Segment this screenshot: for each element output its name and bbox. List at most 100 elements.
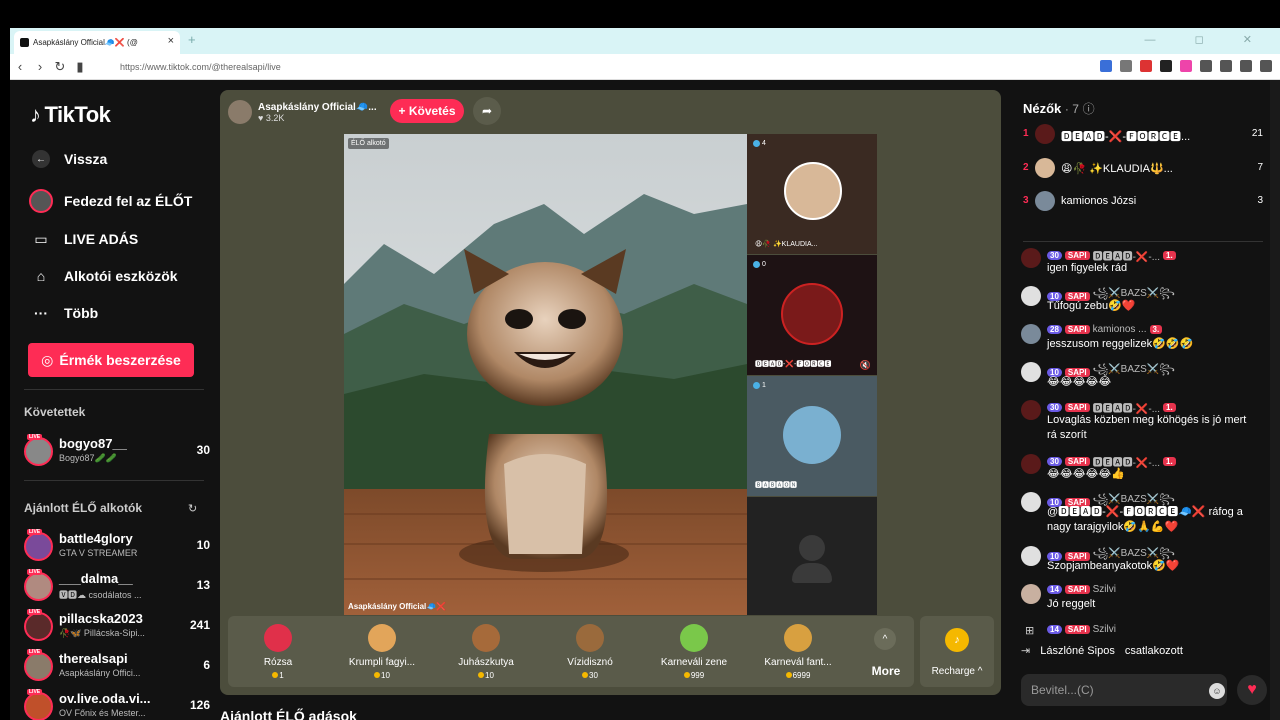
recommended-item[interactable]: LIVE ov.live.oda.vi... OV Főnix és Meste…	[24, 689, 210, 720]
viewer-name: 😩🥀 ✨KLAUDIA🔱...	[1061, 163, 1173, 175]
gift-name: Krumpli fagyi...	[348, 657, 416, 668]
cohost-tile[interactable]: 1 🅱🅰🅱🅰🅾🅽	[747, 376, 877, 496]
main-video[interactable]: ÉLŐ alkotó Asapkáslány Official🧢❌	[344, 134, 747, 615]
avatar[interactable]	[1021, 286, 1041, 306]
live-badge: LIVE	[27, 529, 43, 535]
reload-icon[interactable]: ↻	[50, 59, 70, 75]
empty-cohost-tile[interactable]	[747, 497, 877, 615]
page-scrollbar[interactable]	[1270, 80, 1280, 720]
tiktok-logo[interactable]: ♪ TikTok	[30, 102, 111, 128]
nav-live-label: LIVE ADÁS	[64, 231, 139, 247]
nav-more[interactable]: ··· Több	[30, 302, 98, 324]
host-info[interactable]: Asapkáslány Official🧢... ♥ 3.2K	[228, 98, 377, 126]
avatar[interactable]	[1021, 248, 1041, 268]
hls-icon[interactable]	[1140, 60, 1152, 72]
username: Szilvi	[1092, 624, 1116, 635]
nav-explore-live[interactable]: Fedezd fel az ÉLŐT	[29, 189, 193, 213]
avatar[interactable]	[1021, 546, 1041, 566]
back-label: Vissza	[64, 151, 108, 167]
recommended-item[interactable]: LIVE ___dalma__ 🆅🅳☁ csodálatos ... 13	[24, 569, 210, 605]
viewer-name: kamionos Józsi	[1061, 195, 1137, 207]
back-link[interactable]: ← Vissza	[30, 148, 107, 170]
gift-name: Karneváli zene	[660, 657, 728, 668]
avatar[interactable]	[1021, 362, 1041, 382]
join-name[interactable]: Lászlóné Sipos	[1040, 645, 1115, 657]
sidebar-icon[interactable]	[1240, 60, 1252, 72]
gift-item[interactable]: Juhászkutya 10	[436, 616, 536, 687]
puzzle-icon[interactable]	[1200, 60, 1212, 72]
nav-explore-label: Fedezd fel az ÉLŐT	[64, 193, 193, 209]
fan-badge: SAPI	[1064, 251, 1090, 260]
more-gifts-button[interactable]: ^ More	[858, 616, 914, 687]
translate-icon[interactable]	[1100, 60, 1112, 72]
avatar[interactable]	[1021, 400, 1041, 420]
fan-badge: SAPI	[1064, 585, 1090, 594]
chevron-up-icon: ^	[874, 628, 896, 650]
avatar[interactable]	[1021, 492, 1041, 512]
message-text: 😂😂😂😂😂	[1047, 376, 1112, 388]
cohost-tile[interactable]: 0 🅳🅴🅰🅳-❌-🅵🅾🆁🅲🅴 🔇	[747, 255, 877, 375]
viewer-count: 13	[196, 578, 210, 592]
chat-input[interactable]: Bevitel...(C)	[1021, 674, 1227, 706]
tab-close-icon[interactable]: ×	[168, 35, 174, 47]
level-badge: 28	[1047, 325, 1062, 334]
join-icon: ⇥	[1021, 645, 1031, 657]
recommended-item[interactable]: LIVE pillacska2023 🥀🦋 Pillácska-Sipi... …	[24, 609, 210, 645]
avatar[interactable]	[1021, 324, 1041, 344]
browser-tab[interactable]: Asapkáslány Official🧢❌ (@ ×	[14, 31, 180, 54]
gift-item[interactable]: Karneváli zene 999	[644, 616, 744, 687]
gift-item[interactable]: Vízidisznó 30	[540, 616, 640, 687]
get-coins-button[interactable]: ◎ Érmék beszerzése	[28, 343, 194, 377]
extension-icon[interactable]	[1160, 60, 1172, 72]
recommended-item[interactable]: LIVE therealsapi Asapkáslány Offici... 6	[24, 649, 210, 685]
creator-sub: OV Főnix és Mester...	[59, 708, 146, 718]
heart-icon[interactable]: ♥	[1237, 675, 1267, 705]
recharge-button[interactable]: ♪ Recharge ^	[920, 616, 994, 687]
following-item[interactable]: LIVE bogyo87__ Bogyó87🥒🥒 30	[24, 434, 210, 470]
share-icon[interactable]: ➦	[473, 97, 501, 125]
gift-item[interactable]: Karnevál fant... 6999	[748, 616, 848, 687]
follow-button[interactable]: + Követés	[390, 99, 464, 123]
avatar[interactable]	[1021, 454, 1041, 474]
fan-badge: SAPI	[1064, 325, 1090, 334]
menu-icon[interactable]	[1260, 60, 1272, 72]
avatar	[1035, 158, 1055, 178]
nav-creator-tools[interactable]: ⌂ Alkotói eszközök	[30, 265, 178, 287]
top-black-bar	[0, 0, 1280, 28]
gift-price: 999	[644, 671, 744, 680]
cohost-tile[interactable]: 4 😩🥀 ✨KLAUDIA...	[747, 134, 877, 254]
refresh-icon[interactable]: ↻	[188, 502, 197, 515]
gift-item[interactable]: Rózsa 1	[228, 616, 328, 687]
bookmark-icon[interactable]: ▮	[70, 59, 90, 75]
nav-live[interactable]: ▭ LIVE ADÁS	[30, 228, 138, 250]
gift-item[interactable]: Krumpli fagyi... 10	[332, 616, 432, 687]
nav-creator-tools-label: Alkotói eszközök	[64, 268, 178, 284]
top-viewer-row[interactable]: 1 🅳🅴🅰🅳-❌-🅵🅾🆁🅲🅴... 21	[1023, 124, 1263, 146]
url-field[interactable]: https://www.tiktok.com/@therealsapi/live	[120, 62, 281, 72]
media-icon[interactable]	[1220, 60, 1232, 72]
gift-price: 10	[436, 671, 536, 680]
house-icon: ⌂	[36, 268, 46, 284]
back-arrow-icon[interactable]: ‹	[10, 59, 30, 74]
top-viewer-row[interactable]: 3 kamionos Józsi 3	[1023, 191, 1263, 213]
avatar[interactable]	[1021, 584, 1041, 604]
new-tab-button[interactable]: +	[188, 32, 196, 47]
forward-arrow-icon[interactable]: ›	[30, 59, 50, 74]
host-avatar[interactable]	[228, 100, 252, 124]
avatar	[24, 692, 53, 720]
window-controls[interactable]: — ◻ ✕	[1145, 33, 1270, 46]
top-viewer-row[interactable]: 2 😩🥀 ✨KLAUDIA🔱... 7	[1023, 158, 1263, 180]
recommended-item[interactable]: LIVE battle4glory GTA V STREAMER 10	[24, 529, 210, 565]
viewer-score: 3	[1257, 195, 1263, 206]
message-text: @🅳🅴🅰🅳-❌-🅵🅾🆁🅲🅴🧢❌ ráfog a nagy tarajgyilok…	[1047, 506, 1243, 533]
shepherd-dog-icon	[472, 624, 500, 652]
emoji-icon[interactable]: ☺	[1209, 683, 1225, 699]
gift-name: Juhászkutya	[458, 657, 514, 668]
extension-icon[interactable]	[1180, 60, 1192, 72]
extension-x-icon[interactable]	[1120, 60, 1132, 72]
viewer-rank: 3	[1023, 195, 1029, 206]
viewers-heading[interactable]: Nézők · 7 ⓘ	[1023, 100, 1095, 117]
creator-name: ___dalma__	[59, 571, 133, 586]
level-badge: 30	[1047, 457, 1062, 466]
viewer-count: 126	[189, 698, 210, 712]
